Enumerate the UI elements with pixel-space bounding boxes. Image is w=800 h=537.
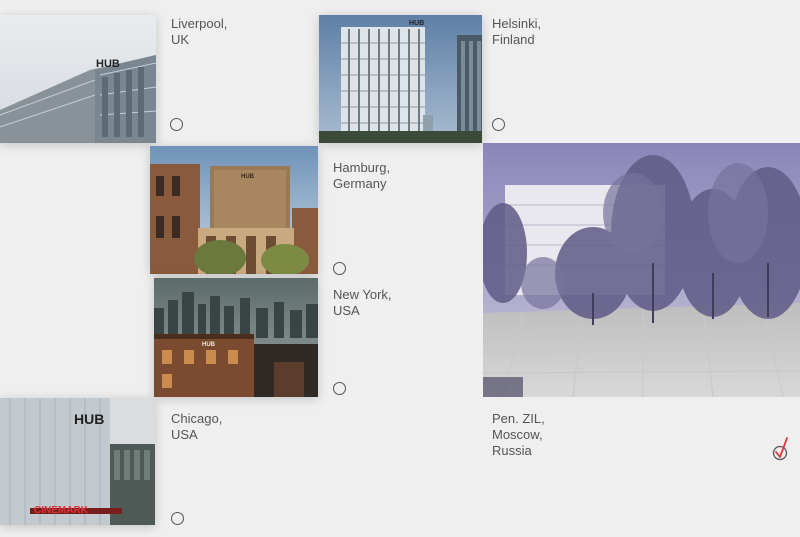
radio-chicago[interactable] xyxy=(171,512,184,525)
liverpool-building-image: HUB xyxy=(0,15,156,143)
moscow-building-image xyxy=(483,143,800,397)
photo-liverpool[interactable]: HUB xyxy=(0,15,156,143)
hub-logo: HUB xyxy=(96,58,120,70)
helsinki-building-image: HUB xyxy=(319,15,482,143)
radio-newyork[interactable] xyxy=(333,382,346,395)
cinemark-sign: CINEMARK xyxy=(34,505,89,516)
photo-newyork[interactable]: HUB xyxy=(154,278,318,397)
location-label-newyork: New York, USA xyxy=(333,287,392,318)
hub-logo: HUB xyxy=(241,174,255,180)
location-label-hamburg: Hamburg, Germany xyxy=(333,160,391,191)
photo-moscow[interactable] xyxy=(483,143,800,397)
radio-hamburg[interactable] xyxy=(333,262,346,275)
location-label-liverpool: Liverpool, UK xyxy=(171,16,228,47)
location-label-chicago: Chicago, USA xyxy=(171,411,223,442)
hub-logo: HUB xyxy=(409,20,424,27)
hub-logo: HUB xyxy=(74,411,104,427)
photo-hamburg[interactable]: HUB xyxy=(150,146,318,274)
hamburg-building-image: HUB xyxy=(150,146,318,274)
checkmark-selected-icon xyxy=(772,437,788,461)
radio-moscow-selected[interactable] xyxy=(770,436,792,462)
hub-logo: HUB xyxy=(202,342,216,348)
location-label-helsinki: Helsinki, Finland xyxy=(492,16,542,47)
radio-liverpool[interactable] xyxy=(170,118,183,131)
radio-helsinki[interactable] xyxy=(492,118,505,131)
photo-chicago[interactable]: HUB CINEMARK xyxy=(0,398,155,525)
photo-helsinki[interactable]: HUB xyxy=(319,15,482,143)
newyork-building-image: HUB xyxy=(154,278,318,397)
chicago-building-image: HUB CINEMARK xyxy=(0,398,155,525)
location-label-moscow: Pen. ZIL, Moscow, Russia xyxy=(492,411,545,458)
